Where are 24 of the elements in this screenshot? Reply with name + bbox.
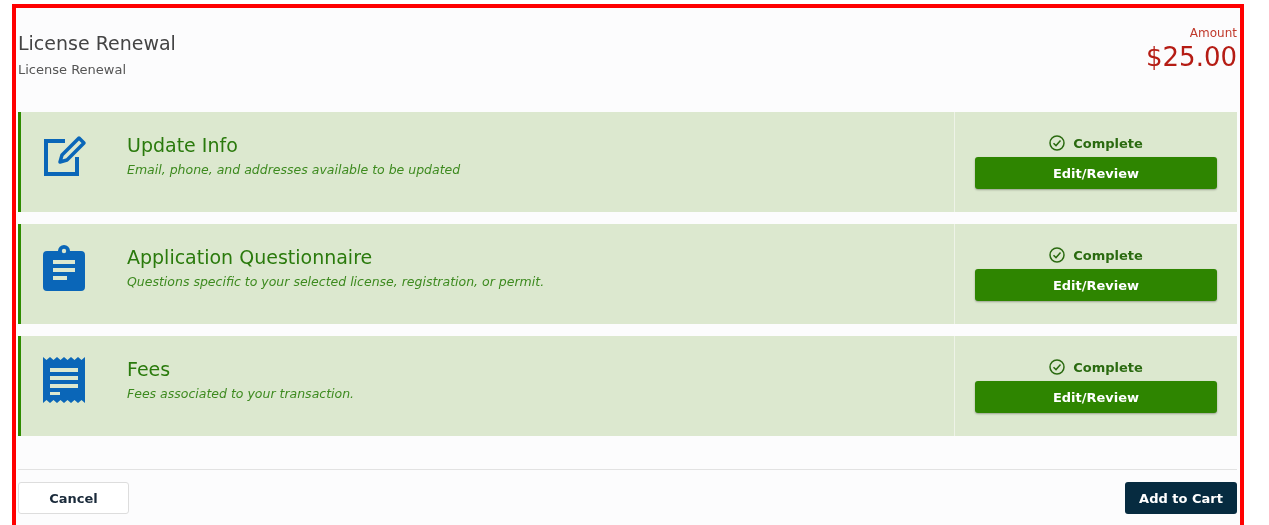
- check-circle-icon: [1049, 359, 1066, 375]
- step-title: Application Questionnaire: [127, 245, 373, 268]
- step-description: Fees associated to your transaction.: [127, 385, 355, 401]
- edit-review-button[interactable]: Edit/Review: [975, 381, 1217, 413]
- page-title: License Renewal: [18, 32, 176, 54]
- step-title: Update Info: [127, 133, 238, 156]
- page-subtitle: License Renewal: [18, 62, 127, 77]
- cancel-button[interactable]: Cancel: [18, 482, 129, 514]
- clipboard-icon: [43, 245, 85, 291]
- amount-label: Amount: [1189, 26, 1237, 40]
- edit-icon: [43, 135, 87, 177]
- amount-value: $25.00: [1146, 42, 1237, 72]
- status-label: Complete: [1073, 359, 1143, 375]
- status-label: Complete: [1073, 247, 1143, 263]
- add-to-cart-button[interactable]: Add to Cart: [1125, 482, 1237, 514]
- receipt-icon: [43, 357, 85, 403]
- edit-review-button[interactable]: Edit/Review: [975, 157, 1217, 189]
- check-circle-icon: [1049, 247, 1066, 263]
- step-description: Questions specific to your selected license, registration, or permit.: [127, 273, 545, 289]
- step-description: Email, phone, and addresses available to be updated: [127, 161, 461, 177]
- edit-review-button[interactable]: Edit/Review: [975, 269, 1217, 301]
- step-title: Fees: [127, 357, 171, 380]
- check-circle-icon: [1049, 135, 1066, 151]
- status-label: Complete: [1073, 135, 1143, 151]
